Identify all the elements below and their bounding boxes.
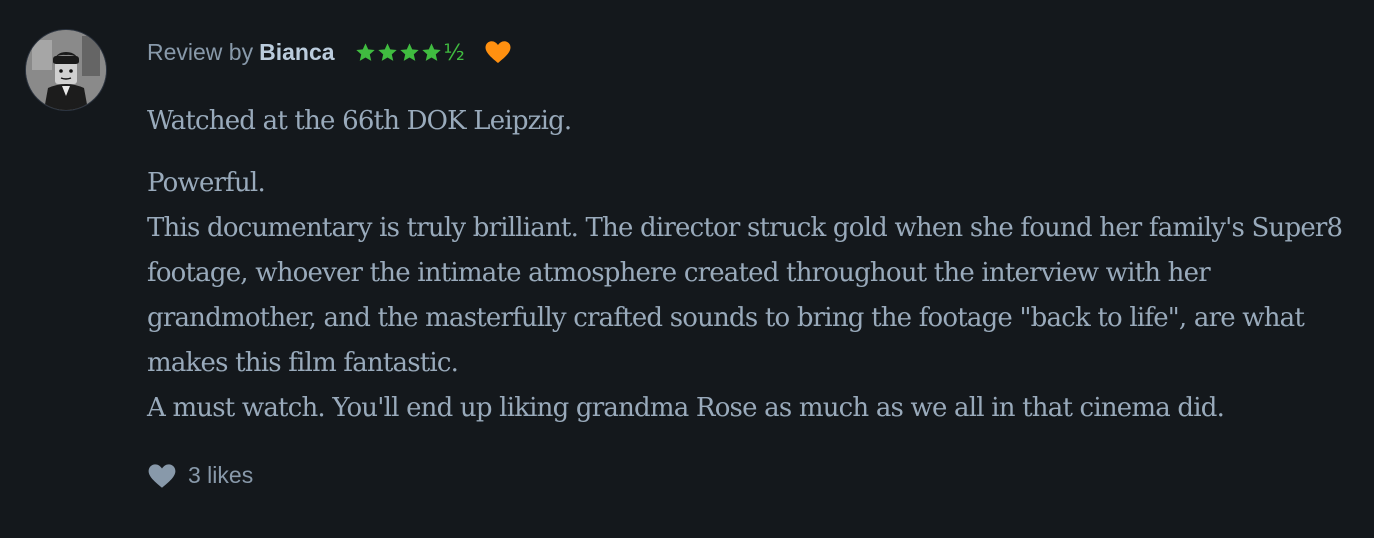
- review-by-label: Review by: [147, 38, 254, 65]
- review-paragraph: Powerful. This documentary is truly bril…: [147, 168, 1343, 423]
- user-avatar[interactable]: [26, 30, 106, 110]
- review-username-link[interactable]: Bianca: [259, 39, 334, 66]
- star-icon: [355, 42, 375, 61]
- heart-icon: [148, 463, 176, 488]
- avatar-image: [26, 30, 106, 110]
- review-body: Watched at the 66th DOK Leipzig. Powerfu…: [147, 99, 1367, 431]
- liked-heart-icon: [484, 40, 512, 64]
- review-entry: Review by Bianca ½ Watched at the 66th D…: [147, 30, 1367, 431]
- review-paragraph: Watched at the 66th DOK Leipzig.: [147, 106, 572, 136]
- review-attribution: Review by Bianca ½: [147, 30, 1367, 74]
- star-icon: [421, 42, 441, 61]
- half-star-glyph: ½: [443, 40, 465, 66]
- likes-link[interactable]: 3 likes: [147, 462, 253, 489]
- star-icon: [377, 42, 397, 61]
- likes-count-label: 3 likes: [188, 462, 254, 488]
- star-icon: [399, 42, 419, 61]
- star-rating: ½: [355, 40, 465, 66]
